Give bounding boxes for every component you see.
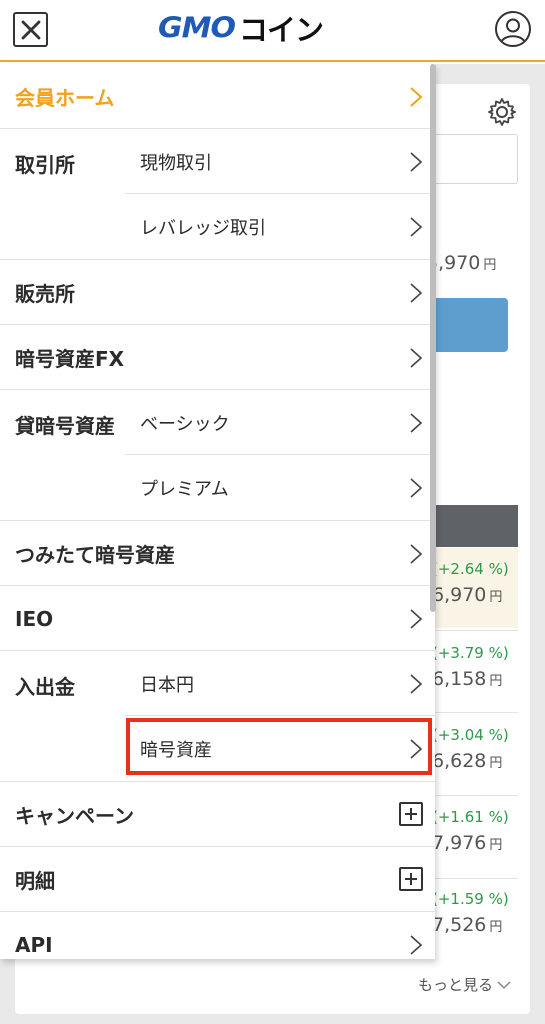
price-change: (+2.64 %) (432, 560, 509, 578)
menu-group-exchange: 取引所 (15, 153, 75, 177)
chevron-right-icon (410, 478, 423, 498)
price-value: 6,158 円 (432, 668, 503, 690)
menu-item-lending-basic[interactable]: ベーシック (125, 390, 435, 455)
chevron-right-icon (410, 739, 423, 759)
price-value: 7,976 円 (432, 832, 503, 854)
menu-label: API (15, 932, 53, 957)
expand-button[interactable] (399, 802, 423, 826)
menu-item-lending-premium[interactable]: プレミアム (125, 455, 435, 520)
show-more-link[interactable]: もっと見る (418, 974, 511, 995)
menu-item-tsumitate[interactable]: つみたて暗号資産 (0, 521, 435, 586)
menu-label: 暗号資産 (140, 739, 212, 761)
menu-item-crypto-fx[interactable]: 暗号資産FX (0, 325, 435, 390)
logo-coin-text: コイン (238, 13, 324, 47)
logo-gmo-text: GMO (158, 11, 236, 45)
drawer-scrollbar[interactable] (430, 64, 436, 612)
menu-item-api[interactable]: API (0, 912, 435, 959)
menu-label: プレミアム (140, 478, 229, 500)
close-icon (21, 20, 40, 39)
price-change: (+1.59 %) (432, 890, 509, 908)
menu-label: つみたて暗号資産 (15, 543, 175, 567)
menu-item-statement[interactable]: 明細 (0, 847, 435, 912)
expand-button[interactable] (399, 867, 423, 891)
price-change: (+3.79 %) (432, 644, 509, 662)
price-value: 7,526 円 (432, 914, 503, 936)
side-menu-drawer: 会員ホーム 取引所 現物取引 レバレッジ取引 販売所 暗号資産FX 貸暗号資産 … (0, 64, 435, 959)
menu-label: 現物取引 (140, 152, 212, 174)
menu-label: 暗号資産FX (15, 347, 125, 371)
price-change: (+1.61 %) (432, 808, 509, 826)
menu-label: 会員ホーム (15, 86, 115, 110)
plus-icon (405, 808, 417, 820)
gear-icon[interactable] (486, 96, 518, 128)
chevron-right-icon (410, 674, 423, 694)
menu-label: 明細 (15, 869, 55, 893)
close-menu-button[interactable] (13, 12, 48, 47)
gmo-coin-logo[interactable]: GMO コイン (158, 10, 324, 47)
menu-item-spot-trading[interactable]: 現物取引 (125, 129, 435, 194)
plus-icon (405, 873, 417, 885)
menu-group-lending: 貸暗号資産 (15, 414, 115, 438)
chevron-down-icon (497, 980, 511, 989)
chevron-right-icon (410, 609, 423, 629)
chevron-right-icon (410, 935, 423, 955)
user-account-button[interactable] (495, 11, 531, 47)
chevron-right-icon (410, 152, 423, 172)
menu-label: キャンペーン (15, 804, 134, 828)
menu-item-campaign[interactable]: キャンペーン (0, 782, 435, 847)
menu-item-deposit-jpy[interactable]: 日本円 (125, 651, 435, 716)
menu-label: 日本円 (140, 674, 194, 696)
app-header: GMO コイン (0, 0, 545, 62)
user-icon (500, 18, 526, 44)
menu-item-deposit-crypto[interactable]: 暗号資産 (125, 716, 435, 781)
menu-item-member-home[interactable]: 会員ホーム (0, 64, 435, 129)
chevron-right-icon (410, 87, 423, 107)
chevron-right-icon (410, 283, 423, 303)
menu-label: ベーシック (140, 413, 230, 435)
menu-item-sales[interactable]: 販売所 (0, 260, 435, 325)
price-value: 6,970 円 (432, 584, 503, 606)
chevron-right-icon (410, 348, 423, 368)
chevron-right-icon (410, 544, 423, 564)
chevron-right-icon (410, 413, 423, 433)
menu-group-deposit: 入出金 (15, 675, 75, 699)
menu-item-ieo[interactable]: IEO (0, 586, 435, 651)
menu-label: 販売所 (15, 282, 75, 306)
price-change: (+3.04 %) (432, 726, 509, 744)
menu-item-leverage-trading[interactable]: レバレッジ取引 (125, 194, 435, 259)
show-more-label: もっと見る (418, 976, 494, 994)
menu-label: IEO (15, 606, 54, 631)
chevron-right-icon (410, 217, 423, 237)
price-value: 6,628 円 (432, 750, 503, 772)
menu-label: レバレッジ取引 (140, 217, 266, 239)
background-top-price: 5,970 円 (426, 252, 497, 274)
